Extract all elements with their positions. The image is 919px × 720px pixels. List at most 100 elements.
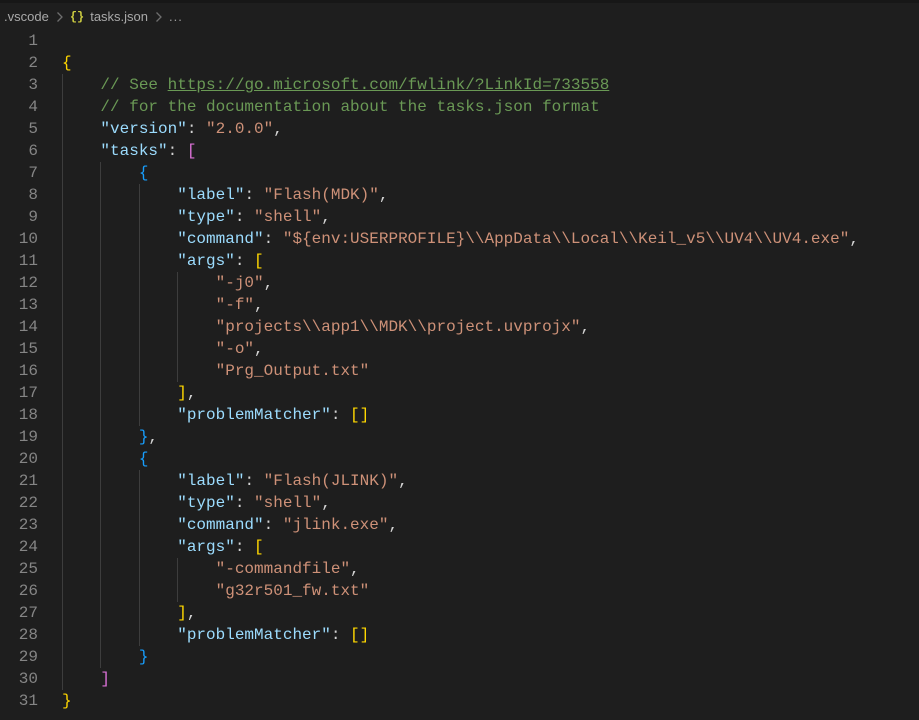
line-number[interactable]: 31	[0, 690, 38, 712]
code-token: ]	[100, 670, 110, 688]
line-number[interactable]: 30	[0, 668, 38, 690]
code-text: "label": "Flash(JLINK)",	[62, 470, 408, 492]
line-number[interactable]: 18	[0, 404, 38, 426]
code-token: ,	[254, 340, 264, 358]
editor[interactable]: 12{3 // See https://go.microsoft.com/fwl…	[0, 30, 919, 712]
line-number[interactable]: 5	[0, 118, 38, 140]
line-number[interactable]: 28	[0, 624, 38, 646]
code-token: :	[331, 626, 350, 644]
line-number[interactable]: 6	[0, 140, 38, 162]
code-line[interactable]: 30 ]	[0, 668, 919, 690]
code-line[interactable]: 1	[0, 30, 919, 52]
code-token: "2.0.0"	[206, 120, 273, 138]
line-number[interactable]: 24	[0, 536, 38, 558]
code-line[interactable]: 31}	[0, 690, 919, 712]
code-line[interactable]: 11 "args": [	[0, 250, 919, 272]
code-token: ,	[254, 296, 264, 314]
code-token: ,	[264, 274, 274, 292]
code-line[interactable]: 23 "command": "jlink.exe",	[0, 514, 919, 536]
code-line[interactable]: 18 "problemMatcher": []	[0, 404, 919, 426]
line-number[interactable]: 1	[0, 30, 38, 52]
line-number[interactable]: 25	[0, 558, 38, 580]
line-number[interactable]: 12	[0, 272, 38, 294]
code-line[interactable]: 13 "-f",	[0, 294, 919, 316]
code-line[interactable]: 28 "problemMatcher": []	[0, 624, 919, 646]
code-line[interactable]: 3 // See https://go.microsoft.com/fwlink…	[0, 74, 919, 96]
code-text: "g32r501_fw.txt"	[62, 580, 369, 602]
code-token: :	[264, 230, 283, 248]
line-number[interactable]: 17	[0, 382, 38, 404]
breadcrumb-folder[interactable]: .vscode	[4, 9, 49, 24]
code-token: ,	[321, 208, 331, 226]
line-number[interactable]: 7	[0, 162, 38, 184]
line-number[interactable]: 9	[0, 206, 38, 228]
code-text: "-commandfile",	[62, 558, 360, 580]
code-token: ,	[849, 230, 859, 248]
code-text: "-o",	[62, 338, 264, 360]
code-line[interactable]: 10 "command": "${env:USERPROFILE}\\AppDa…	[0, 228, 919, 250]
code-token: :	[331, 406, 350, 424]
code-line[interactable]: 27 ],	[0, 602, 919, 624]
line-number[interactable]: 3	[0, 74, 38, 96]
code-token: [	[187, 142, 197, 160]
line-number[interactable]: 26	[0, 580, 38, 602]
line-number[interactable]: 15	[0, 338, 38, 360]
code-line[interactable]: 5 "version": "2.0.0",	[0, 118, 919, 140]
line-number[interactable]: 11	[0, 250, 38, 272]
code-text: // for the documentation about the tasks…	[62, 96, 600, 118]
breadcrumb-symbol-path[interactable]: ...	[169, 9, 183, 24]
line-number[interactable]: 2	[0, 52, 38, 74]
code-line[interactable]: 2{	[0, 52, 919, 74]
code-text: "type": "shell",	[62, 492, 331, 514]
code-line[interactable]: 20 {	[0, 448, 919, 470]
code-token: :	[168, 142, 187, 160]
code-line[interactable]: 16 "Prg_Output.txt"	[0, 360, 919, 382]
line-number[interactable]: 23	[0, 514, 38, 536]
code-token: "problemMatcher"	[177, 406, 331, 424]
line-number[interactable]: 29	[0, 646, 38, 668]
code-line[interactable]: 9 "type": "shell",	[0, 206, 919, 228]
code-token: "problemMatcher"	[177, 626, 331, 644]
code-line[interactable]: 6 "tasks": [	[0, 140, 919, 162]
code-token: []	[350, 626, 369, 644]
chevron-right-icon	[55, 11, 64, 23]
code-line[interactable]: 19 },	[0, 426, 919, 448]
code-text: },	[62, 426, 158, 448]
code-line[interactable]: 29 }	[0, 646, 919, 668]
code-line[interactable]: 22 "type": "shell",	[0, 492, 919, 514]
line-number[interactable]: 16	[0, 360, 38, 382]
code-line[interactable]: 15 "-o",	[0, 338, 919, 360]
line-number[interactable]: 14	[0, 316, 38, 338]
code-line[interactable]: 25 "-commandfile",	[0, 558, 919, 580]
code-token: // See	[100, 76, 167, 94]
code-line[interactable]: 17 ],	[0, 382, 919, 404]
code-token: "-o"	[216, 340, 254, 358]
line-number[interactable]: 22	[0, 492, 38, 514]
line-number[interactable]: 20	[0, 448, 38, 470]
code-token: ,	[321, 494, 331, 512]
line-number[interactable]: 10	[0, 228, 38, 250]
line-number[interactable]: 19	[0, 426, 38, 448]
code-token: ,	[388, 516, 398, 534]
code-token: "args"	[177, 538, 235, 556]
code-token: }	[139, 428, 149, 446]
line-number[interactable]: 4	[0, 96, 38, 118]
code-text: "projects\\app1\\MDK\\project.uvprojx",	[62, 316, 590, 338]
code-text: "problemMatcher": []	[62, 624, 369, 646]
breadcrumb-file[interactable]: tasks.json	[90, 9, 148, 24]
line-number[interactable]: 21	[0, 470, 38, 492]
code-token: "jlink.exe"	[283, 516, 389, 534]
code-token: "command"	[177, 230, 263, 248]
code-line[interactable]: 12 "-j0",	[0, 272, 919, 294]
code-line[interactable]: 14 "projects\\app1\\MDK\\project.uvprojx…	[0, 316, 919, 338]
code-line[interactable]: 4 // for the documentation about the tas…	[0, 96, 919, 118]
line-number[interactable]: 8	[0, 184, 38, 206]
chevron-right-icon	[154, 11, 163, 23]
code-line[interactable]: 24 "args": [	[0, 536, 919, 558]
code-line[interactable]: 26 "g32r501_fw.txt"	[0, 580, 919, 602]
code-line[interactable]: 8 "label": "Flash(MDK)",	[0, 184, 919, 206]
code-line[interactable]: 7 {	[0, 162, 919, 184]
line-number[interactable]: 13	[0, 294, 38, 316]
code-line[interactable]: 21 "label": "Flash(JLINK)",	[0, 470, 919, 492]
line-number[interactable]: 27	[0, 602, 38, 624]
